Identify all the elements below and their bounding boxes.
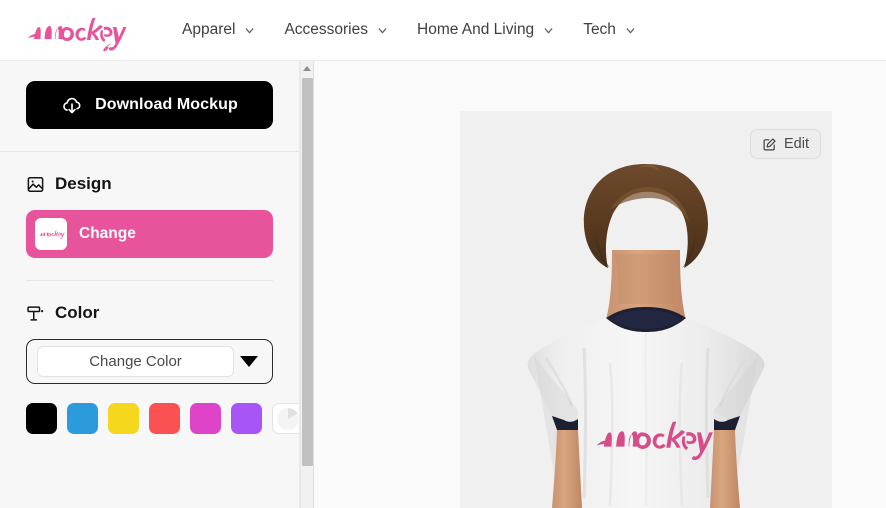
change-design-button[interactable]: Change (26, 210, 273, 258)
color-swatch-purple[interactable] (231, 403, 262, 434)
color-section-header: Color (26, 303, 273, 323)
nav-item-home-and-living[interactable]: Home And Living (417, 21, 555, 39)
editor-sidebar: Download Mockup Design Change Color Chan… (0, 61, 300, 508)
change-design-label: Change (79, 225, 136, 242)
change-color-dropdown[interactable]: Change Color (26, 339, 273, 384)
color-swatch-red[interactable] (149, 403, 180, 434)
mockup-workspace: Edit (300, 61, 886, 508)
chevron-down-icon (378, 27, 387, 33)
design-section: Design Change (0, 152, 299, 258)
mockey-logo[interactable] (22, 7, 130, 53)
design-section-header: Design (26, 174, 273, 194)
color-swatch-magenta[interactable] (190, 403, 221, 434)
chevron-down-icon (626, 27, 635, 33)
edit-square-pencil-icon (763, 137, 776, 150)
edit-button-label: Edit (784, 136, 809, 152)
main-nav: Apparel Accessories Home And Living Tech (182, 21, 637, 39)
sidebar-scrollbar[interactable] (300, 61, 314, 508)
caret-down-icon[interactable] (240, 356, 258, 367)
design-thumbnail (35, 218, 67, 250)
nav-item-tech[interactable]: Tech (583, 21, 637, 39)
cloud-download-icon (63, 97, 81, 114)
app-header: Apparel Accessories Home And Living Tech (0, 0, 886, 61)
color-swatch-black[interactable] (26, 403, 57, 434)
design-section-title: Design (55, 174, 112, 193)
nav-item-apparel[interactable]: Apparel (182, 21, 256, 39)
nav-item-label: Home And Living (417, 21, 535, 38)
color-section: Color Change Color (0, 281, 299, 384)
color-swatch-blue[interactable] (67, 403, 98, 434)
color-section-title: Color (55, 303, 100, 322)
scrollbar-thumb[interactable] (302, 78, 313, 466)
scroll-up-arrow-icon[interactable] (301, 61, 313, 76)
nav-item-label: Apparel (182, 21, 236, 38)
download-mockup-label: Download Mockup (95, 96, 238, 113)
download-mockup-button[interactable]: Download Mockup (26, 81, 273, 129)
tshirt-mockup-image (527, 164, 765, 508)
color-swatch-white[interactable] (272, 403, 299, 434)
image-icon (27, 176, 44, 192)
edit-button[interactable]: Edit (750, 129, 821, 159)
chevron-down-icon (246, 27, 254, 33)
color-swatch-yellow[interactable] (108, 403, 139, 434)
color-swatch-list (0, 384, 299, 434)
app-body: Download Mockup Design Change Color Chan… (0, 61, 886, 508)
nav-item-accessories[interactable]: Accessories (284, 21, 389, 39)
chevron-down-icon (544, 27, 553, 33)
paint-roller-icon (27, 305, 44, 321)
mockup-canvas[interactable]: Edit (460, 111, 832, 508)
nav-item-label: Tech (583, 21, 616, 38)
download-section: Download Mockup (0, 61, 299, 151)
nav-item-label: Accessories (284, 21, 368, 38)
change-color-value[interactable]: Change Color (37, 346, 234, 377)
